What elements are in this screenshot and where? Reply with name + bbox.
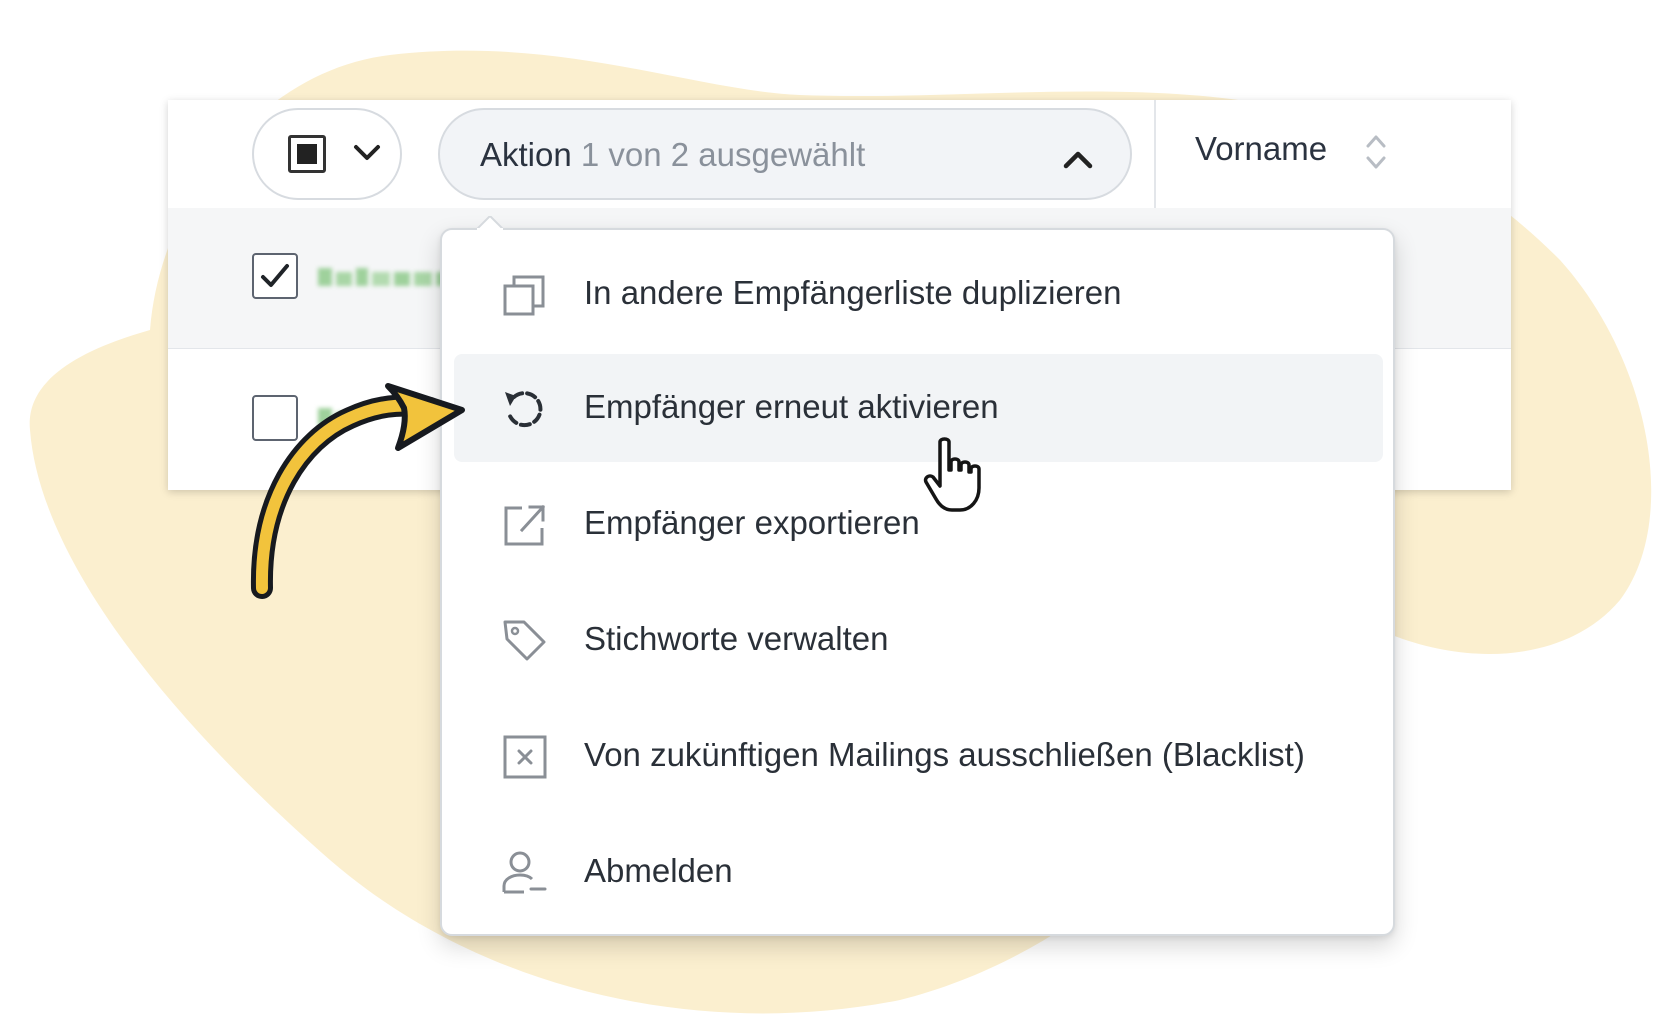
selection-count: 1 von 2 ausgewählt (580, 136, 866, 173)
menu-item-label: Empfänger erneut aktivieren (584, 388, 999, 425)
tag-icon (503, 620, 546, 661)
menu-caret (476, 216, 504, 230)
column-header-vorname[interactable]: Vorname (1195, 130, 1327, 168)
menu-item-duplicate[interactable]: In andere Empfängerliste duplizieren (454, 240, 1383, 348)
blacklist-icon (503, 735, 547, 779)
blurred-email-text (318, 268, 448, 286)
checkmark-icon (260, 263, 289, 287)
menu-item-label: Abmelden (584, 852, 733, 889)
action-label: Aktion (480, 136, 572, 173)
duplicate-icon (503, 275, 545, 316)
menu-item-blacklist[interactable]: Von zukünftigen Mailings ausschließen (B… (454, 702, 1383, 810)
menu-item-label: Von zukünftigen Mailings ausschließen (B… (584, 736, 1305, 773)
action-dropdown-label: Aktion 1 von 2 ausgewählt (480, 136, 865, 174)
menu-item-label: In andere Empfängerliste duplizieren (584, 274, 1122, 311)
bulk-select-dropdown[interactable] (252, 108, 402, 200)
row-checkbox-checked[interactable] (252, 253, 298, 299)
reactivate-icon (505, 391, 543, 428)
blurred-email-text (318, 408, 352, 426)
chevron-up-icon (1063, 151, 1093, 169)
hand-pointer-icon (923, 437, 981, 512)
menu-item-reactivate[interactable]: Empfänger erneut aktivieren (454, 354, 1383, 462)
column-divider (1154, 100, 1156, 208)
action-dropdown[interactable]: Aktion 1 von 2 ausgewählt (438, 108, 1132, 200)
menu-item-export[interactable]: Empfänger exportieren (454, 470, 1383, 578)
menu-item-label: Empfänger exportieren (584, 504, 920, 541)
filled-square-checkbox-icon (288, 135, 326, 173)
menu-item-tags[interactable]: Stichworte verwalten (454, 586, 1383, 694)
export-icon (504, 504, 546, 546)
menu-item-label: Stichworte verwalten (584, 620, 889, 657)
row-checkbox-unchecked[interactable] (252, 395, 298, 441)
sort-arrows-icon[interactable] (1362, 130, 1390, 174)
menu-item-unsubscribe[interactable]: Abmelden (454, 818, 1383, 926)
chevron-down-icon (354, 145, 380, 160)
table-header: Aktion 1 von 2 ausgewählt Vorname (168, 100, 1511, 209)
action-menu: In andere Empfängerliste duplizieren Emp… (440, 216, 1395, 936)
unsubscribe-user-icon (502, 851, 547, 894)
